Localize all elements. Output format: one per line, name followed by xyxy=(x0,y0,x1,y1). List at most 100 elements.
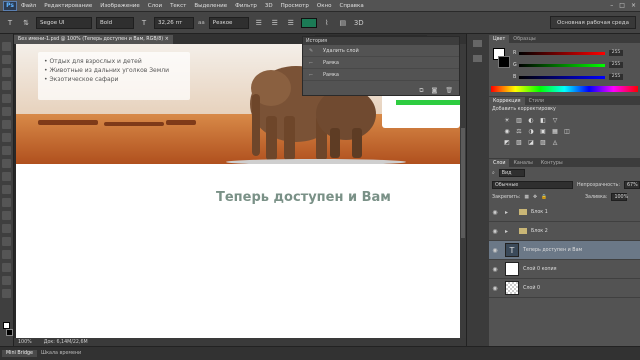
tab-adjustments[interactable]: Коррекция xyxy=(489,97,525,105)
text-orientation-icon[interactable]: ⇅ xyxy=(20,17,32,29)
marquee-tool-icon[interactable] xyxy=(2,55,11,64)
3d-icon[interactable]: 3D xyxy=(353,17,365,29)
layer-row[interactable]: ◉ Слой 0 xyxy=(489,279,640,298)
visibility-eye-icon[interactable]: ◉ xyxy=(489,247,501,254)
tab-layers[interactable]: Слои xyxy=(489,159,510,167)
black-white-icon[interactable]: ◑ xyxy=(527,127,535,135)
color-lookup-icon[interactable]: ◫ xyxy=(563,127,571,135)
red-track[interactable] xyxy=(519,51,605,55)
workspace-select[interactable]: Основная рабочая среда xyxy=(550,16,636,29)
channel-mixer-icon[interactable]: ▦ xyxy=(551,127,559,135)
healing-tool-icon[interactable] xyxy=(2,120,11,129)
align-center-icon[interactable]: ☰ xyxy=(269,17,281,29)
minimize-icon[interactable]: – xyxy=(610,2,613,9)
menu-filter[interactable]: Фильтр xyxy=(231,3,261,9)
menu-file[interactable]: Файл xyxy=(17,3,40,9)
tab-color[interactable]: Цвет xyxy=(489,35,510,43)
align-left-icon[interactable]: ☰ xyxy=(253,17,265,29)
background-color-box[interactable] xyxy=(498,56,510,68)
curves-icon[interactable]: ◐ xyxy=(527,116,535,124)
properties-panel-icon[interactable] xyxy=(473,55,482,62)
lasso-tool-icon[interactable] xyxy=(2,68,11,77)
new-document-from-state-icon[interactable]: ⧉ xyxy=(419,87,423,95)
green-track[interactable] xyxy=(519,63,605,67)
tab-mini-bridge[interactable]: Mini Bridge xyxy=(2,350,38,357)
zoom-level[interactable]: 100% xyxy=(18,340,32,345)
hue-saturation-icon[interactable]: ◉ xyxy=(503,127,511,135)
close-icon[interactable]: × xyxy=(631,2,636,9)
background-color-swatch[interactable] xyxy=(5,329,13,336)
color-spectrum[interactable] xyxy=(491,86,638,92)
visibility-eye-icon[interactable]: ◉ xyxy=(489,285,501,292)
menu-image[interactable]: Изображение xyxy=(96,3,144,9)
selective-color-icon[interactable]: ◬ xyxy=(551,138,559,146)
tab-styles[interactable]: Стили xyxy=(525,97,548,105)
visibility-eye-icon[interactable]: ◉ xyxy=(489,228,501,235)
align-right-icon[interactable]: ☰ xyxy=(285,17,297,29)
move-tool-icon[interactable] xyxy=(2,42,11,51)
menu-select[interactable]: Выделение xyxy=(190,3,231,9)
gradient-map-icon[interactable]: ▨ xyxy=(539,138,547,146)
posterize-icon[interactable]: ▧ xyxy=(515,138,523,146)
brightness-icon[interactable]: ☀ xyxy=(503,116,511,124)
layer-row[interactable]: ◉ Слой 0 копия xyxy=(489,260,640,279)
maximize-icon[interactable]: □ xyxy=(619,2,625,9)
stamp-tool-icon[interactable] xyxy=(2,146,11,155)
font-family-select[interactable]: Segoe UI xyxy=(36,16,92,29)
type-tool-icon[interactable] xyxy=(2,237,11,246)
layer-row[interactable]: ◉ ▸ Блок 1 xyxy=(489,203,640,222)
chevron-right-icon[interactable]: ▸ xyxy=(501,209,519,216)
history-brush-tool-icon[interactable] xyxy=(2,159,11,168)
gradient-tool-icon[interactable] xyxy=(2,185,11,194)
snapshot-icon[interactable]: ◙ xyxy=(432,87,438,94)
path-select-tool-icon[interactable] xyxy=(2,250,11,259)
visibility-eye-icon[interactable]: ◉ xyxy=(489,209,501,216)
lock-pixels-icon[interactable]: ▦ xyxy=(524,195,529,200)
eyedropper-tool-icon[interactable] xyxy=(2,107,11,116)
shape-tool-icon[interactable] xyxy=(2,263,11,272)
tab-channels[interactable]: Каналы xyxy=(509,159,536,167)
color-balance-icon[interactable]: ⚖ xyxy=(515,127,523,135)
text-color-swatch[interactable] xyxy=(300,17,317,28)
blend-mode-select[interactable]: Обычные xyxy=(492,181,573,189)
tab-swatches[interactable]: Образцы xyxy=(509,35,539,43)
exposure-icon[interactable]: ◧ xyxy=(539,116,547,124)
blue-track[interactable] xyxy=(519,75,605,79)
levels-icon[interactable]: ▥ xyxy=(515,116,523,124)
menu-view[interactable]: Просмотр xyxy=(277,3,313,9)
menu-3d[interactable]: 3D xyxy=(261,3,277,9)
character-panel-icon[interactable]: ▤ xyxy=(337,17,349,29)
chevron-right-icon[interactable]: ▸ xyxy=(501,228,519,235)
red-slider[interactable]: R 255 xyxy=(513,50,623,56)
vibrance-icon[interactable]: ▽ xyxy=(551,116,559,124)
opacity-input[interactable]: 67% xyxy=(624,181,640,189)
history-item[interactable]: ⌐ Рамка xyxy=(303,57,459,69)
brush-tool-icon[interactable] xyxy=(2,133,11,142)
trash-icon[interactable]: 🗑 xyxy=(445,87,453,94)
crop-tool-icon[interactable] xyxy=(2,94,11,103)
lock-all-icon[interactable]: 🔒 xyxy=(541,195,547,200)
tab-document-1[interactable]: Без имени-1.psd @ 100% (Теперь доступен … xyxy=(14,35,173,44)
dodge-tool-icon[interactable] xyxy=(2,211,11,220)
layer-row[interactable]: ◉ ▸ Блок 2 xyxy=(489,222,640,241)
eraser-tool-icon[interactable] xyxy=(2,172,11,181)
zoom-tool-icon[interactable] xyxy=(2,289,11,298)
quick-select-tool-icon[interactable] xyxy=(2,81,11,90)
tab-paths[interactable]: Контуры xyxy=(537,159,567,167)
menu-window[interactable]: Окно xyxy=(313,3,336,9)
lock-position-icon[interactable]: ✥ xyxy=(533,195,537,200)
menu-type[interactable]: Текст xyxy=(166,3,190,9)
layer-filter-select[interactable]: Вид xyxy=(498,169,525,177)
threshold-icon[interactable]: ◪ xyxy=(527,138,535,146)
fill-input[interactable]: 100% xyxy=(611,193,628,201)
canvas-heading-text[interactable]: Теперь доступен и Вам xyxy=(216,190,391,205)
text-tool-icon[interactable]: T xyxy=(4,17,16,29)
layer-row-selected[interactable]: ◉ T Теперь доступен и Вам xyxy=(489,241,640,260)
invert-icon[interactable]: ◩ xyxy=(503,138,511,146)
menu-layers[interactable]: Слои xyxy=(144,3,166,9)
pen-tool-icon[interactable] xyxy=(2,224,11,233)
blue-value[interactable]: 255 xyxy=(609,74,623,80)
green-value[interactable]: 255 xyxy=(609,62,623,68)
blur-tool-icon[interactable] xyxy=(2,198,11,207)
history-panel-icon[interactable] xyxy=(473,40,482,47)
